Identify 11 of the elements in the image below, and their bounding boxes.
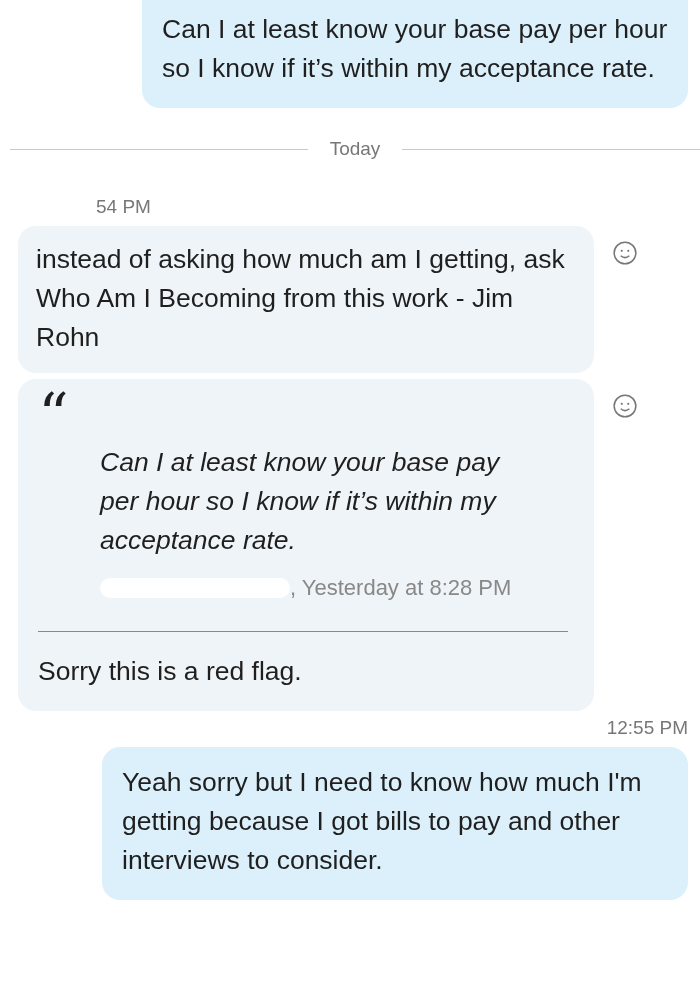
sent-message: Yeah sorry but I need to know how much I'm getting because I got bills to pay and other interviews to consider. <box>102 747 688 900</box>
sent-message: Can I at least know your base pay per hour so I know if it’s within my acceptance rate. <box>142 0 688 108</box>
received-message: instead of asking how much am I getting, ask Who Am I Becoming from this work - Jim Rohn <box>18 226 594 373</box>
quoted-message: Can I at least know your base pay per hour so I know if it’s within my acceptance rate. <box>98 446 502 557</box>
date-divider: Today <box>329 138 381 160</box>
timestamp: 12:55 PM <box>606 717 688 739</box>
smiley-icon[interactable] <box>612 393 638 419</box>
reply-text: Sorry this is a red flag. <box>38 655 303 688</box>
smiley-icon[interactable] <box>612 240 638 266</box>
timestamp: 54 PM <box>96 196 151 218</box>
quote-timestamp: , Yesterday at 8:28 PM <box>290 574 512 602</box>
